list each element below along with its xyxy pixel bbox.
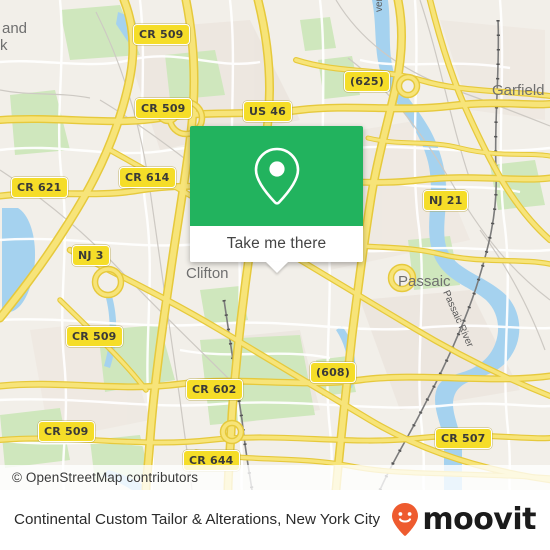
road-shield-label: (608) <box>316 366 351 379</box>
road-shield: CR 602 <box>186 379 243 400</box>
road-shield: CR 621 <box>11 177 68 198</box>
road-shield: (608) <box>310 362 357 383</box>
map-attribution: © OpenStreetMap contributors <box>0 465 550 490</box>
map-canvas[interactable]: Clifton Passaic Garfield and k ver Passa… <box>0 0 550 490</box>
place-label-clipped-2: k <box>0 37 8 54</box>
road-shield: CR 614 <box>119 167 176 188</box>
road-shield-label: CR 509 <box>141 102 186 115</box>
place-label-clipped-1: and <box>2 20 27 37</box>
road-shield: CR 509 <box>135 98 192 119</box>
water-label-river-top: ver <box>374 0 385 12</box>
place-title: Continental Custom Tailor & Alterations,… <box>14 511 381 528</box>
map-pin-icon <box>254 147 299 205</box>
road-shield-label: CR 507 <box>441 432 486 445</box>
popup-cta[interactable]: Take me there <box>190 226 363 262</box>
road-shield-label: US 46 <box>249 105 286 118</box>
attribution-text: © OpenStreetMap contributors <box>12 470 199 485</box>
moovit-wordmark: moovit <box>422 502 536 537</box>
place-label-garfield: Garfield <box>492 82 545 99</box>
bottom-info-bar: Continental Custom Tailor & Alterations,… <box>0 490 550 550</box>
road-shield: (625) <box>344 71 391 92</box>
road-shield: US 46 <box>243 101 292 122</box>
road-shield: CR 509 <box>38 421 95 442</box>
road-shield: NJ 21 <box>423 190 469 211</box>
moovit-logo[interactable]: moovit <box>390 502 536 538</box>
road-shield-label: CR 602 <box>192 383 237 396</box>
place-label-clifton: Clifton <box>186 265 229 282</box>
road-shield: CR 507 <box>435 428 492 449</box>
road-shield-label: CR 509 <box>139 28 184 41</box>
moovit-pin-icon <box>392 503 419 536</box>
road-shield-label: NJ 21 <box>429 194 463 207</box>
road-shield-label: CR 509 <box>44 425 89 438</box>
moovit-map-card: Clifton Passaic Garfield and k ver Passa… <box>0 0 550 550</box>
place-label-passaic: Passaic <box>398 273 451 290</box>
road-shield-label: NJ 3 <box>78 249 104 262</box>
road-shield-label: CR 614 <box>125 171 170 184</box>
road-shield-label: CR 621 <box>17 181 62 194</box>
popup-cta-label: Take me there <box>226 235 327 252</box>
road-shield-label: (625) <box>350 75 385 88</box>
road-shield: NJ 3 <box>72 245 110 266</box>
map-popup[interactable]: Take me there <box>190 126 363 273</box>
road-shield: CR 509 <box>66 326 123 347</box>
popup-tail <box>265 262 288 273</box>
popup-header <box>190 126 363 226</box>
road-shield: CR 509 <box>133 24 190 45</box>
road-shield-label: CR 509 <box>72 330 117 343</box>
